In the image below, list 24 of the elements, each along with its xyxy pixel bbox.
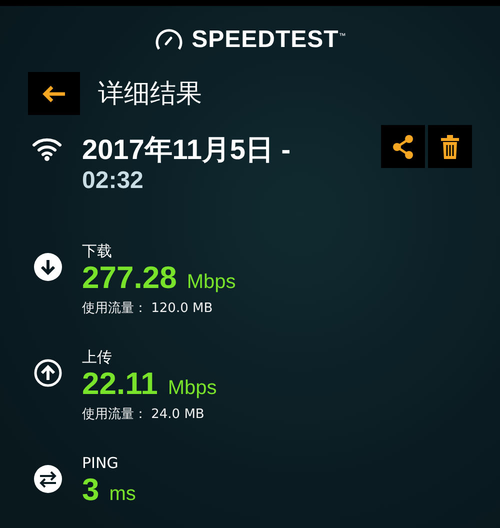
page-title: 详细结果 bbox=[98, 78, 202, 111]
delete-button[interactable] bbox=[428, 125, 472, 168]
wifi-icon bbox=[32, 137, 62, 161]
data-usage-text: 使用流量： 24.0 MB bbox=[82, 406, 206, 423]
metric-unit: ms bbox=[109, 483, 136, 506]
metric-label: 下载 bbox=[82, 241, 113, 261]
ping-arrows-icon bbox=[34, 465, 62, 493]
metric-unit: Mbps bbox=[168, 377, 217, 400]
metric-value: 277.28 bbox=[82, 261, 177, 295]
back-arrow-icon bbox=[41, 84, 67, 104]
metric-value: 22.11 bbox=[82, 367, 158, 401]
back-button[interactable] bbox=[28, 72, 80, 115]
metric-unit: Mbps bbox=[186, 271, 236, 294]
app-logo-text: SPEEDTEST$^{™}$ bbox=[192, 26, 346, 54]
share-icon bbox=[392, 134, 414, 158]
result-date: 2017年11月5日 - bbox=[82, 133, 292, 167]
data-usage-text: 使用流量： 120.0 MB bbox=[82, 300, 214, 317]
share-button[interactable] bbox=[381, 125, 425, 168]
trash-icon bbox=[441, 134, 459, 158]
metric-value: 3 bbox=[82, 473, 100, 507]
metric-label: PING bbox=[82, 453, 120, 473]
result-time: 02:32 bbox=[82, 167, 144, 195]
metric-label: 上传 bbox=[82, 347, 113, 367]
speedometer-logo-icon bbox=[154, 28, 184, 52]
